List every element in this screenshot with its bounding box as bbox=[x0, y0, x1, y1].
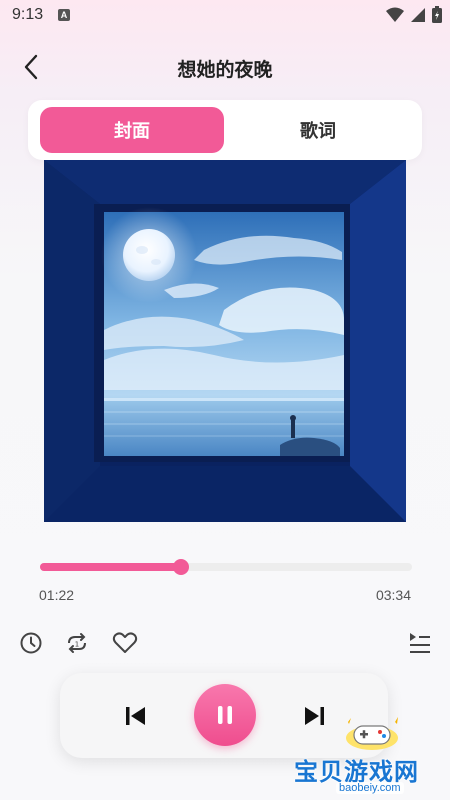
progress-knob[interactable] bbox=[173, 559, 190, 575]
watermark: 宝贝游戏网 baobeiy.com bbox=[294, 712, 444, 794]
skip-previous-icon bbox=[126, 707, 145, 725]
signal-icon bbox=[411, 7, 425, 22]
status-time: 9:13 bbox=[12, 6, 44, 23]
timer-button[interactable] bbox=[18, 630, 44, 656]
previous-button[interactable] bbox=[120, 700, 152, 732]
tab-cover[interactable]: 封面 bbox=[40, 107, 224, 153]
tab-lyrics[interactable]: 歌词 bbox=[226, 107, 410, 153]
watermark-url: baobeiy.com bbox=[336, 782, 404, 794]
notification-app-icon: A bbox=[58, 9, 70, 21]
total-time: 03:34 bbox=[375, 587, 411, 603]
favorite-button[interactable] bbox=[112, 630, 138, 656]
playlist-icon bbox=[410, 633, 430, 653]
header: 想她的夜晚 bbox=[0, 40, 450, 94]
tab-bar: 封面 歌词 bbox=[28, 100, 422, 160]
battery-icon bbox=[432, 6, 442, 23]
repeat-button[interactable]: 1 bbox=[64, 630, 90, 656]
status-icons bbox=[386, 6, 442, 23]
album-cover-art bbox=[44, 160, 406, 522]
heart-icon bbox=[112, 632, 138, 653]
wifi-icon bbox=[386, 7, 404, 22]
gamepad-logo-icon bbox=[346, 717, 398, 750]
status-bar: 9:13 A bbox=[0, 0, 450, 30]
pause-icon bbox=[218, 706, 232, 724]
playlist-button[interactable] bbox=[406, 630, 432, 656]
progress-slider[interactable] bbox=[40, 559, 412, 575]
svg-text:1: 1 bbox=[75, 641, 79, 649]
pause-button[interactable] bbox=[194, 684, 256, 746]
progress-fill bbox=[40, 563, 182, 571]
page-title: 想她的夜晚 bbox=[177, 60, 273, 81]
clock-icon bbox=[20, 632, 42, 654]
repeat-icon: 1 bbox=[68, 633, 86, 653]
current-time: 01:22 bbox=[39, 587, 75, 603]
album-cover-image bbox=[44, 160, 406, 522]
